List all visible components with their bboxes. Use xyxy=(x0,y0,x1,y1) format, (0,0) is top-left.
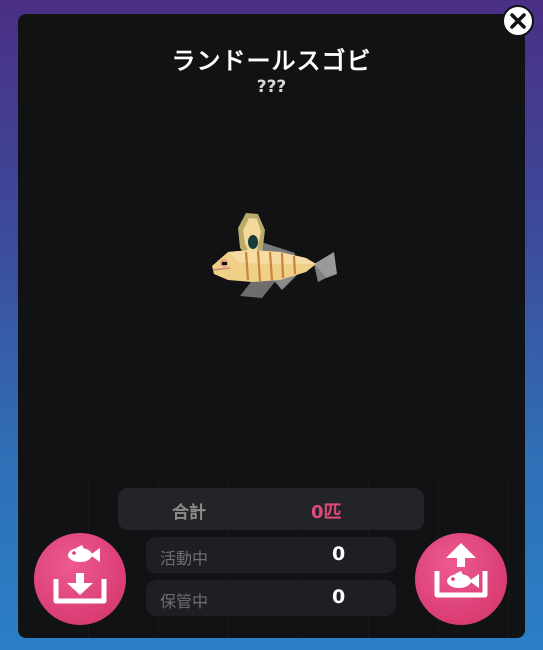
active-stat: 活動中 0 xyxy=(146,537,396,573)
fish-subtitle: ??? xyxy=(256,77,287,97)
fish-release-icon xyxy=(434,543,488,598)
fish-store-icon xyxy=(53,545,107,604)
fish-image xyxy=(212,213,337,298)
total-stat: 合計 0匹 xyxy=(118,488,424,530)
total-label: 合計 xyxy=(172,503,206,523)
total-value: 0匹 xyxy=(311,502,342,523)
close-button[interactable] xyxy=(502,5,534,37)
close-icon xyxy=(510,13,526,29)
storage-label: 保管中 xyxy=(160,592,209,611)
storage-stat: 保管中 0 xyxy=(146,580,396,616)
storage-value: 0 xyxy=(332,586,346,608)
fish-name: ランドールスゴビ xyxy=(171,47,372,75)
release-fish-button[interactable] xyxy=(415,533,507,625)
active-value: 0 xyxy=(332,543,346,565)
store-fish-button[interactable] xyxy=(34,533,126,625)
active-label: 活動中 xyxy=(160,549,209,568)
